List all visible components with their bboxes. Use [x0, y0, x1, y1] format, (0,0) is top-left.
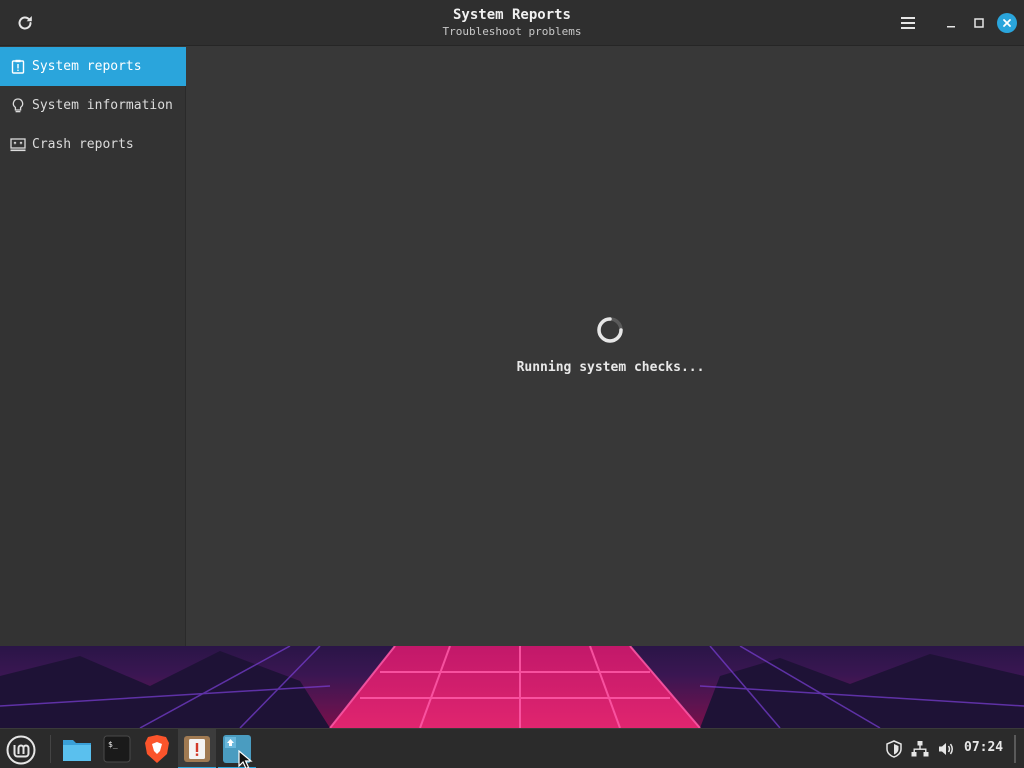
hamburger-menu-icon — [901, 17, 915, 29]
tray-shield-button[interactable] — [884, 739, 904, 759]
title-bar: System Reports Troubleshoot problems — [0, 0, 1024, 46]
taskbar-terminal-button[interactable]: $_ — [98, 729, 136, 768]
refresh-icon — [18, 16, 32, 30]
terminal-icon: $_ — [103, 735, 131, 763]
desktop-wallpaper — [0, 646, 1024, 728]
start-menu-button[interactable] — [4, 733, 38, 767]
lightbulb-icon — [10, 97, 26, 114]
linux-mint-menu-icon — [6, 735, 36, 765]
minimize-button[interactable] — [940, 12, 962, 34]
loading-spinner-icon — [597, 317, 623, 343]
maximize-icon — [974, 18, 984, 28]
sidebar-item-system-information[interactable]: System information — [0, 86, 186, 125]
sidebar-item-crash-reports[interactable]: Crash reports — [0, 125, 186, 164]
close-button[interactable] — [996, 12, 1018, 34]
clock[interactable]: 07:24 — [964, 740, 1003, 755]
window-title: System Reports — [452, 7, 571, 23]
maximize-button[interactable] — [968, 12, 990, 34]
system-reports-window: System Reports Troubleshoot problems Sys… — [0, 0, 1024, 646]
shield-icon — [886, 740, 902, 758]
sidebar-item-label: System information — [32, 98, 173, 113]
menu-button[interactable] — [896, 12, 920, 34]
status-text: Running system checks... — [516, 360, 705, 375]
close-icon — [997, 13, 1017, 33]
taskbar: $_ 07:24 — [0, 728, 1024, 768]
taskbar-files-button[interactable] — [58, 729, 96, 768]
taskbar-separator — [50, 735, 51, 763]
window-subtitle: Troubleshoot problems — [442, 25, 582, 38]
volume-icon — [939, 743, 953, 755]
brave-browser-icon — [145, 735, 169, 763]
network-icon — [911, 741, 929, 757]
tray-volume-button[interactable] — [936, 739, 956, 759]
tray-network-button[interactable] — [910, 739, 930, 759]
clipboard-alert-icon — [10, 59, 26, 75]
sidebar-item-label: System reports — [32, 59, 142, 74]
svg-text:$_: $_ — [108, 740, 118, 749]
main-content: Running system checks... — [187, 47, 1024, 646]
sidebar: System reports System information Crash … — [0, 47, 186, 646]
refresh-button[interactable] — [12, 10, 38, 36]
mouse-cursor-icon — [238, 750, 253, 768]
system-reports-icon — [184, 736, 210, 762]
folder-icon — [63, 740, 91, 761]
sidebar-item-system-reports[interactable]: System reports — [0, 47, 186, 86]
monitor-crash-icon — [10, 137, 26, 153]
taskbar-brave-button[interactable] — [138, 729, 176, 768]
window-title-block: System Reports Troubleshoot problems — [312, 6, 712, 39]
taskbar-system-reports-button[interactable] — [178, 729, 216, 768]
minimize-icon — [947, 26, 955, 28]
sidebar-item-label: Crash reports — [32, 137, 134, 152]
show-desktop-edge[interactable] — [1014, 735, 1016, 763]
